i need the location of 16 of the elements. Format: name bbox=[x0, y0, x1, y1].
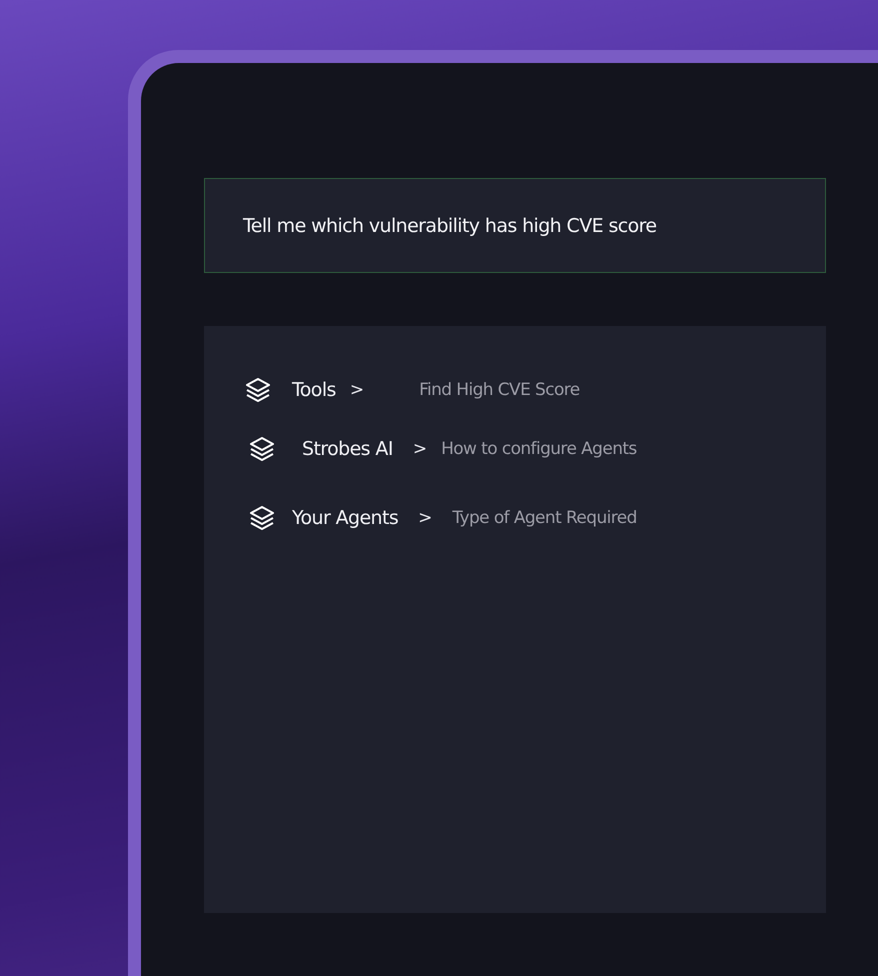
layers-icon bbox=[244, 376, 272, 404]
category-label: Strobes AI bbox=[302, 438, 393, 460]
chevron-text: > bbox=[418, 508, 432, 528]
chevron-text: > bbox=[350, 380, 364, 400]
prompt-text: Find High CVE Score bbox=[419, 380, 580, 400]
layers-icon bbox=[248, 435, 276, 463]
prompt-text: Type of Agent Required bbox=[452, 508, 637, 528]
suggestion-item[interactable]: Tools > Find High CVE Score bbox=[244, 376, 580, 404]
layers-icon bbox=[248, 504, 276, 532]
query-text: Tell me which vulnerability has high CVE score bbox=[243, 214, 657, 236]
prompt-text: How to configure Agents bbox=[441, 439, 637, 459]
suggestion-item[interactable]: Strobes AI > How to configure Agents bbox=[244, 435, 637, 463]
suggestion-item[interactable]: Your Agents > Type of Agent Required bbox=[244, 504, 637, 532]
category-label: Your Agents bbox=[292, 507, 398, 529]
category-label: Tools bbox=[292, 379, 336, 401]
chevron-text: > bbox=[412, 439, 428, 459]
